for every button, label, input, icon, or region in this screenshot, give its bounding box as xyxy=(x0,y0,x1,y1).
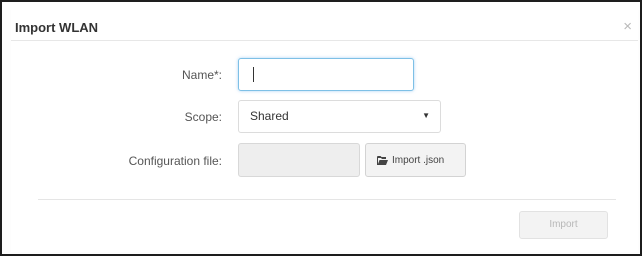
footer-divider xyxy=(38,199,616,200)
import-json-button[interactable]: Import .json xyxy=(365,143,466,177)
configuration-file-label: Configuration file: xyxy=(128,154,222,168)
scope-select[interactable]: Shared ▼ xyxy=(238,100,441,133)
screenshot-frame: Import WLAN × Name*: Scope: Shared ▼ Con… xyxy=(0,0,642,256)
import-json-label: Import .json xyxy=(392,155,445,166)
text-cursor xyxy=(253,67,254,82)
dialog-title: Import WLAN xyxy=(15,20,99,35)
folder-open-icon xyxy=(377,156,388,165)
import-button[interactable]: Import xyxy=(519,211,608,239)
scope-selected-value: Shared xyxy=(250,109,289,123)
name-input[interactable] xyxy=(238,58,414,91)
caret-down-icon: ▼ xyxy=(422,111,430,120)
import-wlan-dialog: Import WLAN × Name*: Scope: Shared ▼ Con… xyxy=(11,10,638,252)
configuration-file-field xyxy=(238,143,360,177)
close-icon[interactable]: × xyxy=(623,19,632,34)
dialog-header: Import WLAN × xyxy=(11,10,638,41)
name-label: Name*: xyxy=(181,68,222,82)
scope-label: Scope: xyxy=(184,110,222,124)
